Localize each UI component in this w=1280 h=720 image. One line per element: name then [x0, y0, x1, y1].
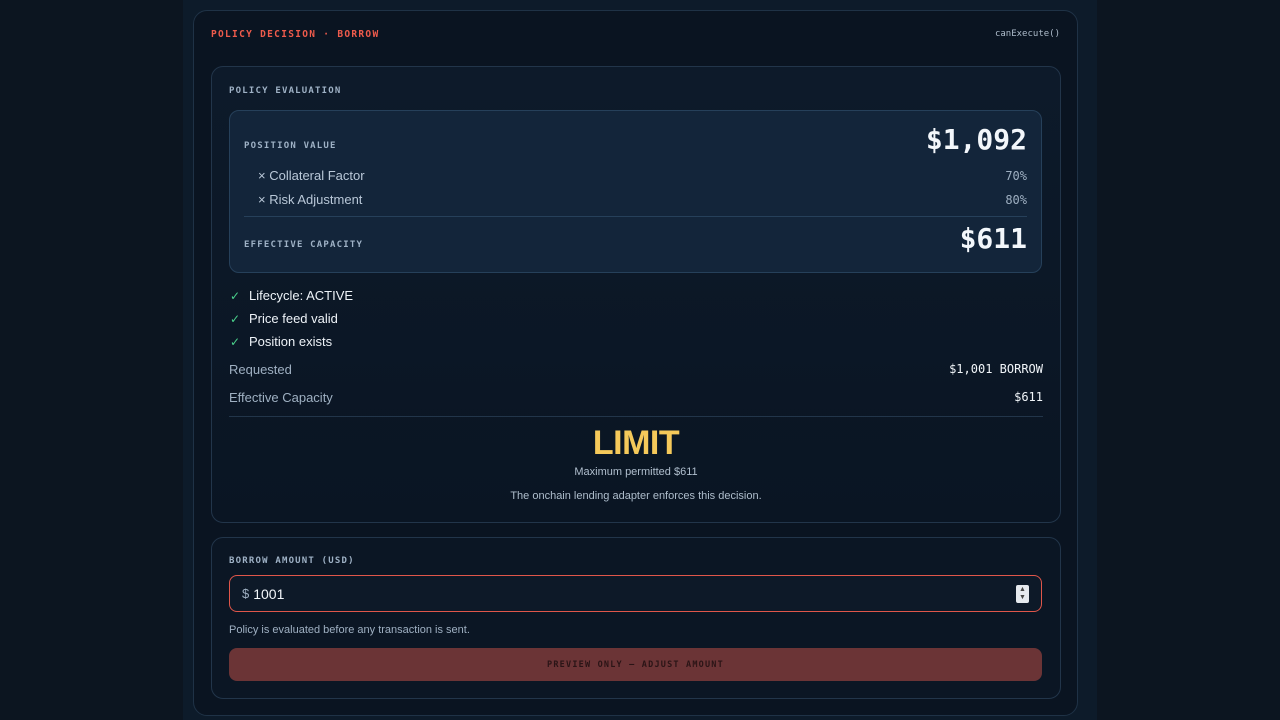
- position-value: $1,092: [925, 123, 1027, 156]
- currency-symbol: $: [242, 586, 250, 601]
- stepper-up-icon[interactable]: ▲: [1019, 586, 1026, 594]
- check-item: ✓ Price feed valid: [230, 311, 338, 326]
- check-icon: ✓: [230, 334, 241, 349]
- policy-hint: Policy is evaluated before any transacti…: [229, 624, 470, 636]
- policy-evaluation-panel: POLICY EVALUATION POSITION VALUE $1,092 …: [211, 66, 1061, 523]
- capacity-calculation: POSITION VALUE $1,092 × Collateral Facto…: [229, 110, 1042, 273]
- risk-adjustment-value: 80%: [1005, 193, 1027, 207]
- requested-value: $1,001 BORROW: [949, 362, 1043, 376]
- effective-capacity-label: EFFECTIVE CAPACITY: [244, 240, 364, 250]
- verdict-note: The onchain lending adapter enforces thi…: [510, 490, 762, 502]
- borrow-amount-label: BORROW AMOUNT (USD): [229, 556, 355, 566]
- calc-divider: [244, 216, 1027, 217]
- summary-divider: [229, 416, 1043, 417]
- number-stepper[interactable]: ▲ ▼: [1016, 585, 1029, 603]
- check-item: ✓ Position exists: [230, 334, 332, 349]
- verdict-max: Maximum permitted $611: [574, 466, 698, 478]
- borrow-amount-field[interactable]: $ ▲ ▼: [229, 575, 1042, 612]
- collateral-factor-value: 70%: [1005, 169, 1027, 183]
- check-label: Position exists: [249, 334, 333, 349]
- borrow-amount-panel: BORROW AMOUNT (USD) $ ▲ ▼ Policy is eval…: [211, 537, 1061, 699]
- position-value-label: POSITION VALUE: [244, 141, 337, 151]
- effective-capacity-value: $611: [959, 222, 1027, 255]
- evaluation-label: POLICY EVALUATION: [229, 86, 342, 96]
- stepper-down-icon[interactable]: ▼: [1019, 594, 1026, 602]
- check-label: Lifecycle: ACTIVE: [249, 288, 354, 303]
- risk-adjustment-label: × Risk Adjustment: [258, 192, 363, 207]
- card-title: POLICY DECISION · BORROW: [211, 29, 380, 40]
- preview-adjust-button[interactable]: PREVIEW ONLY — ADJUST AMOUNT: [229, 648, 1042, 681]
- check-label: Price feed valid: [249, 311, 338, 326]
- check-icon: ✓: [230, 288, 241, 303]
- policy-decision-card: POLICY DECISION · BORROW canExecute() PO…: [193, 10, 1078, 716]
- capacity-value: $611: [1014, 390, 1043, 404]
- collateral-factor-label: × Collateral Factor: [258, 168, 365, 183]
- check-item: ✓ Lifecycle: ACTIVE: [230, 288, 353, 303]
- requested-label: Requested: [229, 362, 292, 377]
- check-icon: ✓: [230, 311, 241, 326]
- verdict-label: LIMIT: [592, 424, 680, 462]
- function-name: canExecute(): [994, 29, 1060, 39]
- borrow-amount-input[interactable]: [253, 585, 954, 602]
- capacity-label: Effective Capacity: [229, 390, 333, 405]
